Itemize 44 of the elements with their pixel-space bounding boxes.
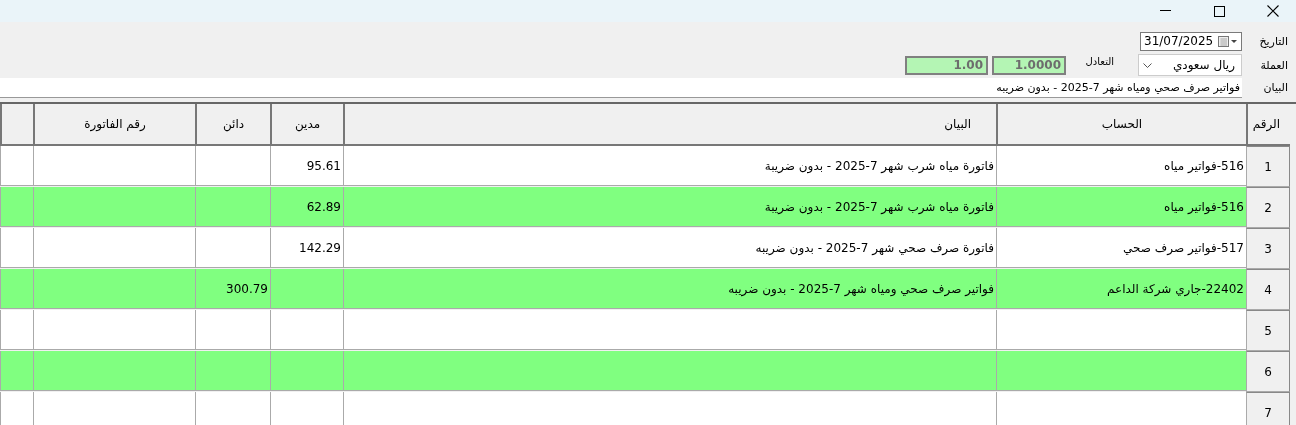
amount-field[interactable]: 1.00: [905, 55, 988, 75]
close-icon: [1267, 5, 1279, 17]
row-number: 1: [1246, 146, 1290, 187]
column-header[interactable]: مدين: [270, 104, 343, 146]
row-number: 2: [1246, 187, 1290, 228]
date-value: 31/07/2025: [1144, 34, 1214, 48]
row-number: 4: [1246, 269, 1290, 310]
account-cell: 22402-جاري شركة الداعم: [996, 269, 1246, 309]
row-number: 7: [1246, 392, 1290, 425]
account-cell: 516-فواتير مياه: [996, 146, 1246, 186]
debit-cell: 62.89: [270, 187, 343, 227]
field-label: العملة: [1259, 58, 1289, 72]
chevron-down-icon: [1143, 62, 1152, 68]
description-cell: فاتورة مياه شرب شهر 7-2025 - بدون ضريبة: [343, 187, 996, 227]
table-row[interactable]: 7: [0, 392, 1296, 425]
table-row[interactable]: 5: [0, 310, 1296, 351]
description-cell: فواتير صرف صحي ومياه شهر 7-2025 - بدون ضريبه: [343, 269, 996, 309]
description-field[interactable]: فواتير صرف صحي ومياه شهر 7-2025 - بدون ضريبه: [0, 77, 1242, 98]
description-cell: فاتورة صرف صحي شهر 7-2025 - بدون ضريبه: [343, 228, 996, 268]
credit-cell: 300.79: [195, 269, 270, 309]
currency-dropdown[interactable]: ريال سعودي: [1138, 54, 1242, 76]
row-number: 5: [1246, 310, 1290, 351]
blank-column-header[interactable]: [0, 104, 33, 146]
debit-cell: 142.29: [270, 228, 343, 268]
minimize-icon: [1159, 10, 1171, 12]
row-number: 6: [1246, 351, 1290, 392]
field-label: البيان: [1262, 81, 1289, 94]
table-row[interactable]: 6: [0, 351, 1296, 392]
account-cell: 516-فواتير مياه: [996, 187, 1246, 227]
row-number: 3: [1246, 228, 1290, 269]
column-header[interactable]: الحساب: [996, 104, 1246, 146]
calendar-icon: [1218, 35, 1238, 47]
field-label: التعادل: [1084, 55, 1115, 67]
column-header[interactable]: رقم الفاتورة: [33, 104, 195, 146]
description-cell: فاتورة مياه شرب شهر 7-2025 - بدون ضريبة: [343, 146, 996, 186]
account-cell: 517-فواتير صرف صحي: [996, 228, 1246, 268]
date-picker[interactable]: 31/07/2025: [1140, 31, 1242, 51]
rate-field[interactable]: 1.0000: [992, 55, 1066, 75]
maximize-icon: [1213, 5, 1225, 17]
column-header[interactable]: الرقم: [1246, 104, 1290, 146]
debit-cell: 95.61: [270, 146, 343, 186]
column-header[interactable]: دائن: [195, 104, 270, 146]
column-header[interactable]: البيان: [343, 104, 996, 146]
field-label: التاريخ: [1258, 34, 1289, 48]
